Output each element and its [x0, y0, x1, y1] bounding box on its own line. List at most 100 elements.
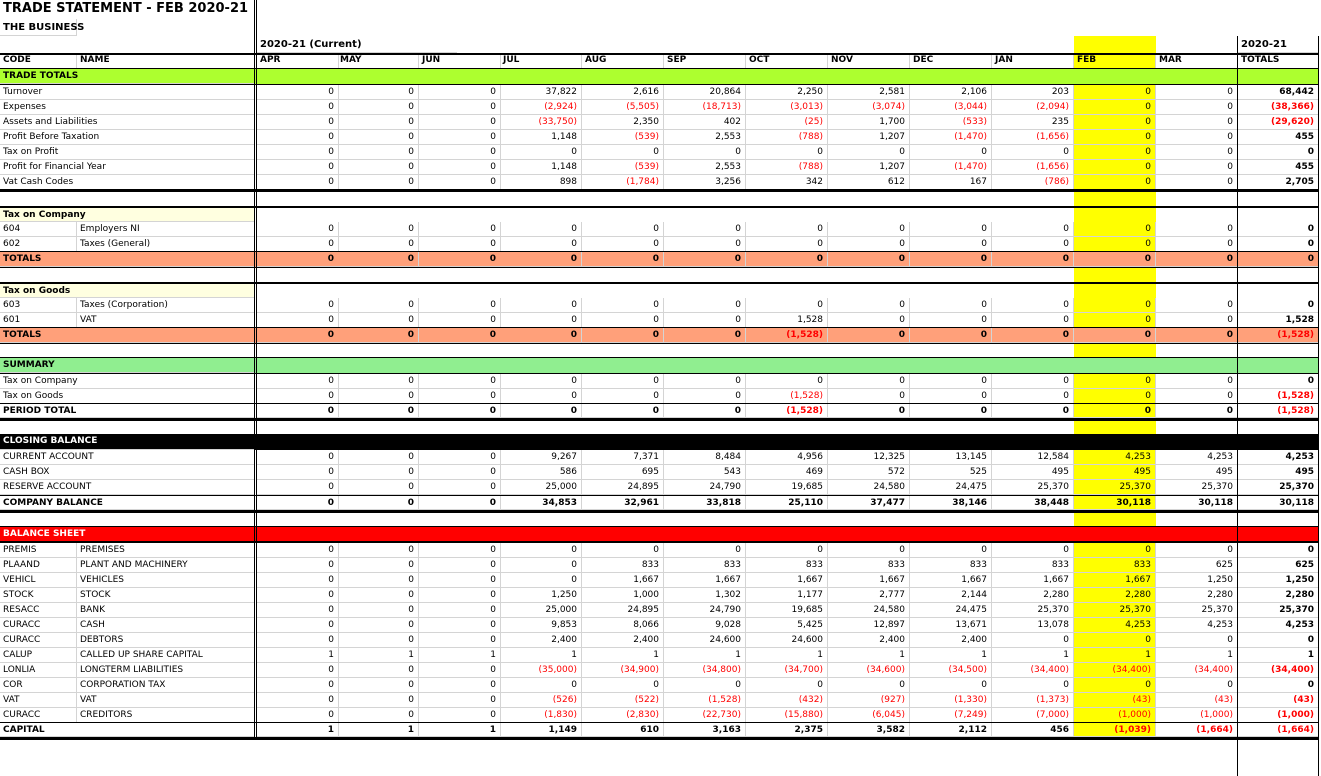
value-feb[interactable]: 0	[1074, 252, 1156, 267]
value-aug[interactable]: 0	[582, 374, 664, 389]
value-may[interactable]: 0	[337, 496, 419, 510]
value-oct[interactable]: 25,110	[746, 496, 828, 510]
value-feb[interactable]: 0	[1074, 160, 1156, 175]
row-name[interactable]: VEHICLES	[77, 573, 255, 588]
value-dec[interactable]: 38,146	[910, 496, 992, 510]
value-nov[interactable]: 0	[828, 145, 910, 160]
value-aug[interactable]: 0	[582, 543, 664, 558]
value-jul[interactable]: 0	[500, 374, 582, 389]
value-nov[interactable]: 12,897	[828, 618, 910, 633]
value-mar[interactable]: 0	[1156, 404, 1238, 418]
value-jan[interactable]: 0	[992, 678, 1074, 693]
value-sep[interactable]: 0	[664, 543, 746, 558]
value-mar[interactable]: 0	[1156, 633, 1238, 648]
value-apr[interactable]: 0	[257, 693, 339, 708]
value-total[interactable]: (34,400)	[1238, 663, 1319, 678]
value-nov[interactable]: 0	[828, 678, 910, 693]
value-nov[interactable]: 0	[828, 543, 910, 558]
value-nov[interactable]: 24,580	[828, 603, 910, 618]
value-nov[interactable]: 1	[828, 648, 910, 663]
value-sep[interactable]: (34,800)	[664, 663, 746, 678]
value-apr[interactable]: 0	[257, 145, 339, 160]
value-nov[interactable]: 0	[828, 404, 910, 418]
value-total[interactable]: 0	[1238, 222, 1319, 237]
value-jul[interactable]: (35,000)	[500, 663, 582, 678]
value-apr[interactable]: 0	[257, 663, 339, 678]
header-dec[interactable]: DEC	[910, 53, 992, 69]
value-oct[interactable]: (432)	[746, 693, 828, 708]
value-jul[interactable]: 0	[500, 252, 582, 267]
value-total[interactable]: 1,250	[1238, 573, 1319, 588]
value-aug[interactable]: (1,784)	[582, 175, 664, 190]
value-mar[interactable]: 1	[1156, 648, 1238, 663]
value-mar[interactable]: 495	[1156, 465, 1238, 480]
value-jun[interactable]: 0	[419, 496, 501, 510]
header-sep[interactable]: SEP	[664, 53, 746, 69]
value-dec[interactable]: 0	[910, 222, 992, 237]
value-jun[interactable]: 0	[419, 100, 501, 115]
value-dec[interactable]: 0	[910, 328, 992, 343]
value-feb[interactable]: 0	[1074, 404, 1156, 418]
value-sep[interactable]: 402	[664, 115, 746, 130]
value-oct[interactable]: 0	[746, 252, 828, 267]
value-mar[interactable]: 0	[1156, 313, 1238, 328]
value-aug[interactable]: 0	[582, 298, 664, 313]
value-oct[interactable]: 5,425	[746, 618, 828, 633]
value-feb[interactable]: 0	[1074, 237, 1156, 252]
value-jan[interactable]: 25,370	[992, 480, 1074, 495]
value-oct[interactable]: 0	[746, 145, 828, 160]
value-may[interactable]: 0	[337, 374, 419, 389]
value-jan[interactable]: (7,000)	[992, 708, 1074, 723]
value-total[interactable]: 0	[1238, 633, 1319, 648]
value-dec[interactable]: 24,475	[910, 603, 992, 618]
value-mar[interactable]: 0	[1156, 237, 1238, 252]
row-code[interactable]: Tax on Goods	[0, 389, 255, 404]
value-feb[interactable]: 495	[1074, 465, 1156, 480]
value-sep[interactable]: 0	[664, 298, 746, 313]
value-apr[interactable]: 0	[257, 450, 339, 465]
value-apr[interactable]: 0	[257, 496, 339, 510]
value-feb[interactable]: 0	[1074, 298, 1156, 313]
value-total[interactable]: 0	[1238, 374, 1319, 389]
value-may[interactable]: 0	[337, 145, 419, 160]
value-jul[interactable]: 1	[500, 648, 582, 663]
value-aug[interactable]: 2,400	[582, 633, 664, 648]
value-jan[interactable]: 2,280	[992, 588, 1074, 603]
value-jan[interactable]: 0	[992, 313, 1074, 328]
value-mar[interactable]: 0	[1156, 85, 1238, 100]
value-nov[interactable]: (3,074)	[828, 100, 910, 115]
value-dec[interactable]: 0	[910, 313, 992, 328]
row-name[interactable]: PREMISES	[77, 543, 255, 558]
row-code[interactable]: Assets and Liabilities	[0, 115, 255, 130]
value-total[interactable]: 455	[1238, 130, 1319, 145]
value-apr[interactable]: 0	[257, 389, 339, 404]
value-sep[interactable]: 0	[664, 678, 746, 693]
value-mar[interactable]: (1,000)	[1156, 708, 1238, 723]
value-sep[interactable]: (18,713)	[664, 100, 746, 115]
row-code[interactable]: 604	[0, 222, 77, 237]
value-total[interactable]: (1,000)	[1238, 708, 1319, 723]
value-dec[interactable]: 0	[910, 237, 992, 252]
value-jun[interactable]: 0	[419, 222, 501, 237]
value-jan[interactable]: 12,584	[992, 450, 1074, 465]
value-may[interactable]: 0	[337, 252, 419, 267]
value-oct[interactable]: (1,528)	[746, 389, 828, 404]
row-name[interactable]: CASH	[77, 618, 255, 633]
value-nov[interactable]: 2,777	[828, 588, 910, 603]
value-apr[interactable]: 0	[257, 328, 339, 343]
row-code[interactable]: RESERVE ACCOUNT	[0, 480, 255, 495]
value-mar[interactable]: 0	[1156, 328, 1238, 343]
value-apr[interactable]: 0	[257, 404, 339, 418]
row-code[interactable]: Vat Cash Codes	[0, 175, 255, 190]
value-oct[interactable]: 0	[746, 678, 828, 693]
value-aug[interactable]: 1	[582, 648, 664, 663]
value-dec[interactable]: (533)	[910, 115, 992, 130]
value-sep[interactable]: 0	[664, 374, 746, 389]
value-sep[interactable]: 0	[664, 328, 746, 343]
value-jan[interactable]: 0	[992, 222, 1074, 237]
value-total[interactable]: (43)	[1238, 693, 1319, 708]
value-jan[interactable]: (34,400)	[992, 663, 1074, 678]
value-oct[interactable]: 0	[746, 222, 828, 237]
value-dec[interactable]: 0	[910, 252, 992, 267]
value-apr[interactable]: 0	[257, 708, 339, 723]
